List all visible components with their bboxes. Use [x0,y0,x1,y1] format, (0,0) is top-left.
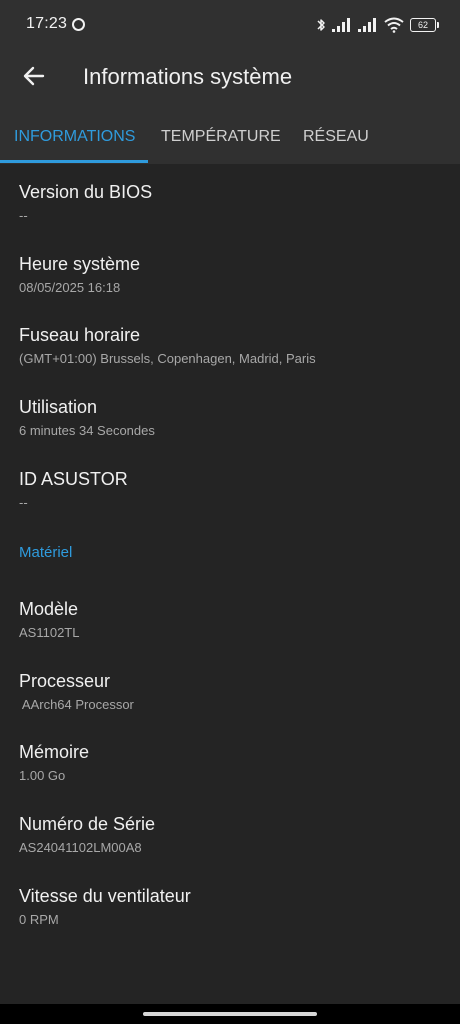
item-value: AS1102TL [19,625,80,640]
item-label: Heure système [19,254,141,274]
signal-icon [332,18,352,32]
item-value: 1.00 Go [19,768,66,783]
page-title: Informations système [83,64,293,89]
section-header-hardware: Matériel [19,544,73,561]
list-item-memory: Mémoire 1.00 Go [19,741,449,784]
item-value: (GMT+01:00) Brussels, Copenhagen, Madrid… [19,351,316,366]
screen: 17:23 62 Informations système INFORMATIO… [0,0,460,1024]
item-label: Modèle [19,599,79,619]
item-label: Vitesse du ventilateur [19,886,191,906]
tab-informations[interactable]: INFORMATIONS [14,108,135,164]
item-value: 6 minutes 34 Secondes [19,423,155,438]
status-icons: 62 [316,16,439,34]
wifi-icon [384,17,404,33]
app-bar: Informations système [0,48,460,108]
back-button[interactable] [18,62,50,94]
home-indicator[interactable] [143,1012,317,1016]
item-value: -- [19,208,28,223]
status-time: 17:23 [26,15,68,32]
tab-temperature[interactable]: TEMPÉRATURE [161,108,281,164]
navigation-bar [0,1004,460,1024]
item-label: Fuseau horaire [19,325,141,345]
tab-indicator [0,160,148,163]
item-value: AS24041102LM00A8 [19,840,142,855]
item-label: Version du BIOS [19,182,153,202]
list-item-uptime: Utilisation 6 minutes 34 Secondes [19,396,449,439]
list-item-asustor-id: ID ASUSTOR -- [19,468,449,511]
tab-bar: INFORMATIONS TEMPÉRATURE RÉSEAU [0,108,460,164]
item-label: Mémoire [19,742,90,762]
list-item-fan-speed: Vitesse du ventilateur 0 RPM [19,885,449,928]
signal-icon [358,18,378,32]
item-label: Processeur [19,671,111,691]
bluetooth-icon [316,17,326,33]
item-value: -- [19,495,28,510]
list-item-bios-version: Version du BIOS -- [19,181,449,224]
item-value: 0 RPM [19,912,59,927]
tab-reseau[interactable]: RÉSEAU [303,108,369,164]
item-label: Numéro de Série [19,814,156,834]
item-label: Utilisation [19,397,98,417]
list-item-processor: Processeur AArch64 Processor [19,670,449,713]
list-item-serial-number: Numéro de Série AS24041102LM00A8 [19,813,449,856]
arrow-left-icon [23,66,45,91]
list-item-model: Modèle AS1102TL [19,598,449,641]
status-bar: 17:23 62 [0,0,460,48]
item-value: 08/05/2025 16:18 [19,280,121,295]
list-item-system-time: Heure système 08/05/2025 16:18 [19,253,449,296]
list-item-timezone: Fuseau horaire (GMT+01:00) Brussels, Cop… [19,324,449,367]
battery-icon: 62 [410,18,439,32]
notification-dot-icon [72,18,85,31]
info-list: Version du BIOS -- Heure système 08/05/2… [0,164,460,1004]
item-value: AArch64 Processor [19,697,134,712]
item-label: ID ASUSTOR [19,469,128,489]
